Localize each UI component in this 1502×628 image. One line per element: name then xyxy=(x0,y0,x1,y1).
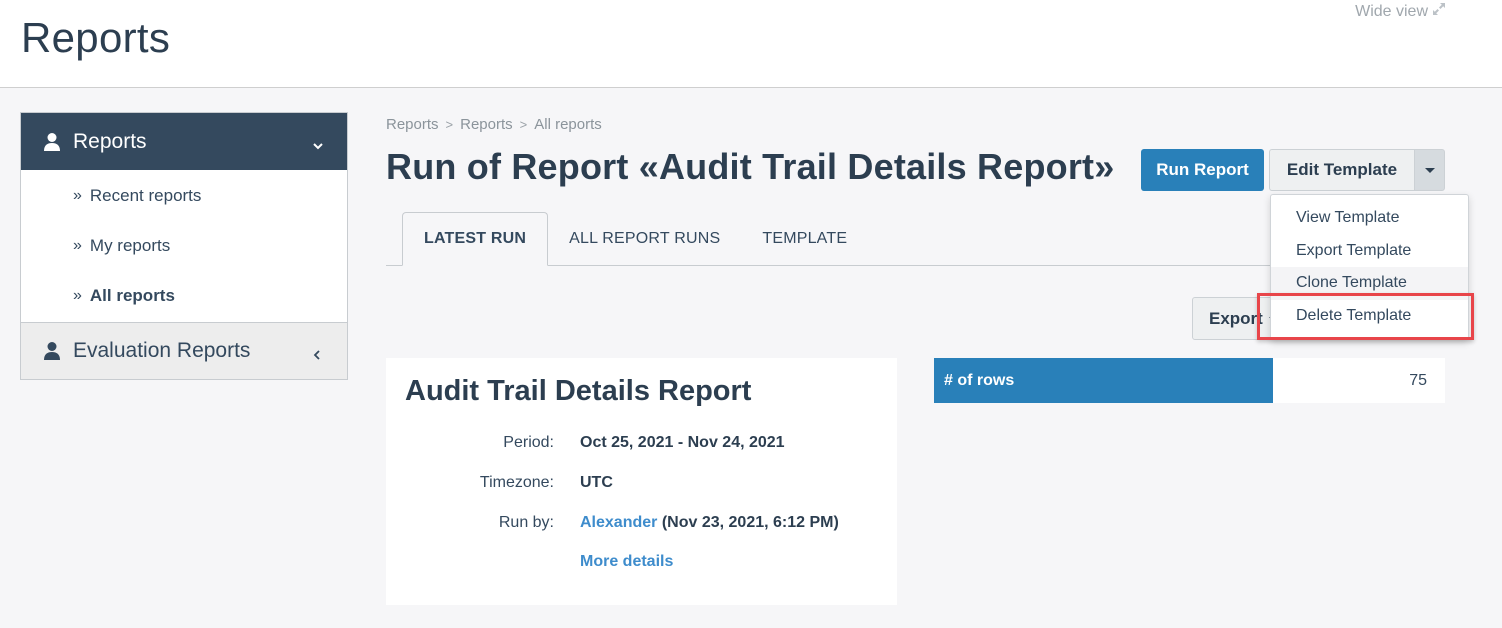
sidebar-section-evaluation-reports[interactable]: Evaluation Reports xyxy=(21,322,347,379)
breadcrumb-item[interactable]: Reports xyxy=(386,116,439,133)
page-title: Run of Report «Audit Trail Details Repor… xyxy=(386,146,1115,187)
wide-view-toggle[interactable]: Wide view xyxy=(1355,2,1446,21)
report-summary-card: Audit Trail Details Report Period: Oct 2… xyxy=(386,358,897,605)
sidebar-submenu: » Recent reports » My reports » All repo… xyxy=(21,170,347,322)
user-icon xyxy=(43,341,61,361)
caret-down-icon xyxy=(1424,167,1435,173)
rows-count-label: # of rows xyxy=(934,358,1273,403)
sidebar: Reports » Recent reports » My reports » … xyxy=(20,112,348,380)
timezone-value: UTC xyxy=(580,474,613,491)
run-by-user-link[interactable]: Alexander xyxy=(580,514,657,531)
sidebar-section-label: Reports xyxy=(73,129,147,153)
tab-all-report-runs[interactable]: ALL REPORT RUNS xyxy=(548,212,741,265)
menu-item-delete-template[interactable]: Delete Template xyxy=(1271,300,1468,333)
sidebar-item-all-reports[interactable]: » All reports xyxy=(21,271,347,321)
chevron-down-icon xyxy=(311,135,325,149)
timezone-label: Timezone: xyxy=(479,474,554,491)
user-icon xyxy=(43,132,61,152)
breadcrumb-separator-icon: > xyxy=(445,117,454,132)
more-details-link[interactable]: More details xyxy=(580,553,673,571)
run-by-label: Run by: xyxy=(498,514,554,531)
double-chevron-icon: » xyxy=(73,287,82,304)
tab-template[interactable]: TEMPLATE xyxy=(741,212,868,265)
run-by-row: Run by: Alexander (Nov 23, 2021, 6:12 PM… xyxy=(386,514,897,532)
edit-template-button-group: Edit Template xyxy=(1269,149,1445,191)
breadcrumb-item[interactable]: Reports xyxy=(460,116,513,133)
tab-latest-run[interactable]: LATEST RUN xyxy=(402,212,549,266)
edit-template-dropdown-toggle[interactable] xyxy=(1414,149,1445,191)
app-title: Reports xyxy=(21,14,171,61)
breadcrumb-item[interactable]: All reports xyxy=(534,116,602,133)
rows-count-stat: # of rows 75 xyxy=(934,358,1445,403)
wide-view-label: Wide view xyxy=(1355,2,1428,20)
sidebar-item-label: My reports xyxy=(89,236,171,255)
menu-item-clone-template[interactable]: Clone Template xyxy=(1271,267,1468,300)
edit-template-button[interactable]: Edit Template xyxy=(1269,149,1414,191)
run-time: (Nov 23, 2021, 6:12 PM) xyxy=(661,514,839,531)
sidebar-section-label: Evaluation Reports xyxy=(73,339,251,362)
sidebar-item-label: Recent reports xyxy=(89,186,202,205)
double-chevron-icon: » xyxy=(73,237,82,254)
sidebar-item-my-reports[interactable]: » My reports xyxy=(21,221,347,271)
run-by-value: Alexander (Nov 23, 2021, 6:12 PM) xyxy=(580,514,839,532)
sidebar-section-reports[interactable]: Reports xyxy=(21,113,347,170)
period-value: Oct 25, 2021 - Nov 24, 2021 xyxy=(580,434,785,451)
menu-item-export-template[interactable]: Export Template xyxy=(1271,235,1468,268)
top-bar: Reports Wide view xyxy=(0,0,1502,88)
expand-arrows-icon xyxy=(1432,2,1446,21)
sidebar-item-label: All reports xyxy=(89,286,175,305)
sidebar-item-recent-reports[interactable]: » Recent reports xyxy=(21,171,347,221)
breadcrumb-separator-icon: > xyxy=(519,117,528,132)
period-row: Period: Oct 25, 2021 - Nov 24, 2021 xyxy=(386,434,897,452)
period-label: Period: xyxy=(503,434,554,451)
rows-count-value: 75 xyxy=(1273,358,1445,403)
run-report-button[interactable]: Run Report xyxy=(1141,149,1264,191)
menu-item-view-template[interactable]: View Template xyxy=(1271,202,1468,235)
chevron-left-icon xyxy=(311,344,323,360)
template-dropdown-menu: View Template Export Template Clone Temp… xyxy=(1270,194,1469,340)
timezone-row: Timezone: UTC xyxy=(386,474,897,492)
report-name: Audit Trail Details Report xyxy=(405,375,752,407)
double-chevron-icon: » xyxy=(73,187,82,204)
more-details-row: More details xyxy=(386,553,897,571)
export-label: Export xyxy=(1209,308,1263,328)
breadcrumb: Reports > Reports > All reports xyxy=(386,116,602,133)
